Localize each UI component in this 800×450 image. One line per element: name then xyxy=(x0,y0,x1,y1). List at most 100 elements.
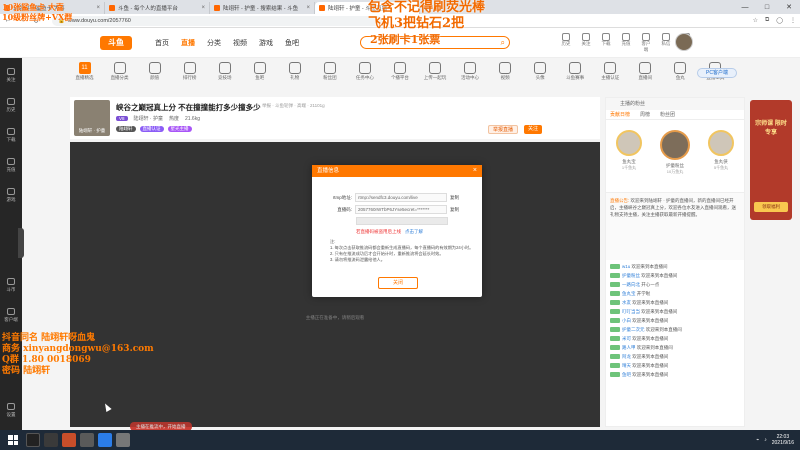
fans-count: 21.6kg xyxy=(184,115,200,122)
profile-icon[interactable]: ◯ xyxy=(776,17,783,24)
network-icon[interactable]: ⌁ xyxy=(756,437,759,443)
tab-weekly[interactable]: 周榜 xyxy=(640,110,650,119)
messages-button[interactable]: 私信 xyxy=(660,33,672,53)
taskbar: ⌁ ♪ 22:03 2021/9/16 xyxy=(0,430,800,450)
close-icon[interactable]: × xyxy=(473,165,477,177)
category-item[interactable]: 主播认证 xyxy=(596,60,625,90)
user-avatar[interactable] xyxy=(675,33,693,51)
category-item[interactable]: 直播分类 xyxy=(105,60,134,90)
close-dialog-button[interactable]: 关闭 xyxy=(378,277,418,289)
sidebar-item-recharge[interactable]: 充值 xyxy=(2,158,20,173)
category-item[interactable]: 视频 xyxy=(491,60,520,90)
app-icon[interactable] xyxy=(44,433,58,447)
sidebar-item-settings[interactable]: 设置 xyxy=(2,403,20,418)
menu-icon[interactable]: ⋮ xyxy=(790,17,796,24)
windows-start-icon[interactable] xyxy=(8,435,18,445)
fish-icon xyxy=(253,62,266,74)
category-item[interactable]: 活动中心 xyxy=(456,60,485,90)
report-button[interactable]: 举报直播 xyxy=(488,125,519,134)
search-icon[interactable]: ⌕ xyxy=(501,38,505,48)
close-icon[interactable]: × xyxy=(201,5,205,11)
chat-message: 护童二次元 欢迎来到本直播间 xyxy=(610,325,740,334)
chat-list[interactable]: w1u 欢迎来到本直播间 护童粉丝 欢迎来到本直播间 一路向北 开心一点 鱼丸宝… xyxy=(606,260,744,381)
category-item[interactable]: 礼物 xyxy=(280,60,309,90)
sidebar-item-download[interactable]: 下载 xyxy=(2,128,20,143)
category-item[interactable]: 上传一起玩 xyxy=(420,60,449,90)
stream-key-field[interactable]: 2057760rWTbP6JYse5ecret=******* xyxy=(355,205,447,214)
obs-app-icon[interactable] xyxy=(26,433,40,447)
user-icon xyxy=(534,62,547,74)
category-item[interactable]: 任务中心 xyxy=(350,60,379,90)
rank-item[interactable]: 护童粉丝 10万鱼丸 xyxy=(658,130,692,192)
douyu-logo[interactable]: 斗鱼 xyxy=(100,36,132,50)
category-item[interactable]: 直播间 xyxy=(631,60,660,90)
sidebar-item-coin[interactable]: 斗币 xyxy=(2,278,20,293)
tab-fan-club[interactable]: 粉丝团 xyxy=(660,110,675,119)
copy-key-button[interactable]: 复制 xyxy=(450,207,459,213)
gear-icon xyxy=(7,403,15,410)
client-button[interactable]: 客户端 xyxy=(640,33,652,53)
nav-live[interactable]: 直播 xyxy=(181,38,195,48)
category-item[interactable]: 头像 xyxy=(526,60,555,90)
learn-more-link[interactable]: 点击了解 xyxy=(405,229,423,234)
category-item[interactable]: 11 直播精选 xyxy=(70,60,99,90)
sidebar-item-game[interactable]: 游戏 xyxy=(2,188,20,203)
streamer-avatar[interactable]: 陆翊轩 · 护童 xyxy=(74,100,110,136)
promo-button[interactable]: 领取福利 xyxy=(754,202,788,212)
rank-item[interactable]: 鱼丸侠 5千鱼丸 xyxy=(704,130,738,192)
history-button[interactable]: 历史 xyxy=(560,33,572,53)
badge: 星光主播 xyxy=(167,126,192,132)
category-item[interactable]: 个播平台 xyxy=(385,60,414,90)
app-icon[interactable] xyxy=(80,433,94,447)
nav-home[interactable]: 首页 xyxy=(155,38,169,48)
category-item[interactable]: 竞技场 xyxy=(210,60,239,90)
streamer-name[interactable]: 陆翊轩 · 护童 xyxy=(134,115,163,122)
category-item[interactable]: 鱼吧 xyxy=(245,60,274,90)
category-item[interactable]: 鱼丸 xyxy=(666,60,695,90)
tab-daily[interactable]: 贡献日榜 xyxy=(610,110,630,119)
wallet-icon xyxy=(622,33,630,41)
stream-key-scroll[interactable] xyxy=(356,217,448,225)
sidebar-item-follow[interactable]: 关注 xyxy=(2,68,20,83)
rank-item[interactable]: 鱼丸宝 1千鱼丸 xyxy=(612,130,646,192)
category-item[interactable]: 排行榜 xyxy=(175,60,204,90)
sidebar-collapse-handle[interactable] xyxy=(18,228,24,258)
follow-button[interactable]: 关注 xyxy=(524,125,543,134)
browser-app-icon[interactable] xyxy=(98,433,112,447)
close-icon[interactable]: × xyxy=(306,5,310,11)
copy-rtmp-button[interactable]: 复制 xyxy=(450,195,459,201)
url-field[interactable]: 🔒 www.douyu.com/2057760 xyxy=(52,15,382,26)
sidebar-item-client[interactable]: 客户端 xyxy=(2,308,20,323)
app-icon[interactable] xyxy=(116,433,130,447)
rank-podium: 鱼丸宝 1千鱼丸 护童粉丝 10万鱼丸 鱼丸侠 5千鱼丸 xyxy=(606,120,744,192)
pc-client-button[interactable]: PC客户端 xyxy=(697,68,737,78)
clock[interactable]: 22:03 2021/9/16 xyxy=(772,434,794,446)
promo-banner[interactable]: 宗师课 限时专享 领取福利 xyxy=(750,100,792,220)
level-badge xyxy=(610,327,620,333)
rank-tabs: 贡献日榜 周榜 粉丝团 xyxy=(606,110,744,120)
follow-list-button[interactable]: 关注 xyxy=(580,33,592,53)
browser-tab[interactable]: 陆翊轩 - 护童 - 搜索结果 - 斗鱼 × xyxy=(210,2,315,14)
close-icon[interactable]: × xyxy=(96,5,100,11)
recharge-button[interactable]: 充值 xyxy=(620,33,632,53)
volume-icon[interactable]: ♪ xyxy=(764,437,767,443)
category-item[interactable]: 颜值 xyxy=(140,60,169,90)
download-button[interactable]: 下载 xyxy=(600,33,612,53)
browser-tab[interactable]: 斗鱼 - 每个人的直播平台 × xyxy=(105,2,210,14)
category-item[interactable]: 斗鱼赛事 xyxy=(561,60,590,90)
maximize-button[interactable]: □ xyxy=(756,4,778,11)
nav-category[interactable]: 分类 xyxy=(207,38,221,48)
nav-video[interactable]: 视频 xyxy=(233,38,247,48)
sidebar-item-history[interactable]: 历史 xyxy=(2,98,20,113)
rtmp-url-field[interactable]: rtmp://sendfc3.douyu.com/live xyxy=(355,193,447,202)
browser-toolbar-icons: ☆ ⧉ ◯ ⋮ xyxy=(753,17,796,24)
extension-icon[interactable]: ⧉ xyxy=(765,17,769,24)
close-window-button[interactable]: ✕ xyxy=(778,3,800,11)
category-item[interactable]: 粉丝团 xyxy=(315,60,344,90)
app-icon[interactable] xyxy=(62,433,76,447)
broadcast-icon xyxy=(393,62,406,74)
minimize-button[interactable]: — xyxy=(734,4,756,11)
nav-yuba[interactable]: 鱼吧 xyxy=(285,38,299,48)
nav-game[interactable]: 游戏 xyxy=(259,38,273,48)
star-icon[interactable]: ☆ xyxy=(753,17,758,24)
